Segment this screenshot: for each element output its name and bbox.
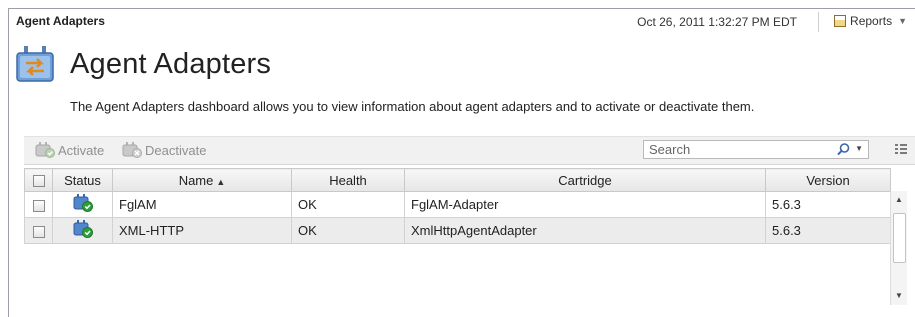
deactivate-button[interactable]: Deactivate — [122, 142, 206, 158]
page-title: Agent Adapters — [70, 47, 272, 80]
select-all-checkbox[interactable] — [32, 175, 45, 188]
row-checkbox[interactable] — [32, 225, 45, 238]
separator — [818, 12, 819, 32]
deactivate-icon — [122, 142, 142, 158]
search-box[interactable]: ▼ — [643, 140, 869, 159]
reports-icon — [834, 15, 847, 27]
status-cell — [52, 217, 113, 244]
cartridge-cell: FglAM-Adapter — [404, 191, 766, 218]
column-header-cartridge[interactable]: Cartridge — [404, 168, 766, 192]
table-row[interactable]: FglAM OK FglAM-Adapter 5.6.3 — [24, 191, 891, 218]
column-options-icon[interactable] — [895, 144, 907, 154]
grid-toolbar: Activate Deactivate ▼ — [24, 136, 915, 165]
timestamp: Oct 26, 2011 1:32:27 PM EDT — [637, 15, 797, 29]
deactivate-label: Deactivate — [145, 142, 207, 158]
sort-ascending-icon: ▲ — [216, 176, 226, 187]
status-cell — [52, 191, 113, 218]
reports-label: Reports — [850, 14, 893, 28]
health-cell: OK — [291, 191, 405, 218]
select-all-header[interactable] — [24, 168, 53, 192]
adapters-table: Status Name ▲ Health Cartridge Version Fg… — [24, 168, 891, 244]
version-cell: 5.6.3 — [765, 191, 891, 218]
search-icon[interactable] — [837, 143, 850, 156]
column-header-health[interactable]: Health — [291, 168, 405, 192]
breadcrumb[interactable]: Agent Adapters — [16, 14, 105, 28]
version-cell: 5.6.3 — [765, 217, 891, 244]
reports-menu-button[interactable]: Reports ▼ — [834, 14, 907, 28]
column-header-status[interactable]: Status — [52, 168, 113, 192]
scroll-up-icon[interactable]: ▲ — [891, 193, 907, 207]
activate-button[interactable]: Activate — [35, 142, 104, 158]
table-vertical-scrollbar[interactable]: ▲ ▼ — [890, 191, 907, 305]
chevron-down-icon: ▼ — [898, 16, 907, 26]
active-adapter-icon — [73, 220, 93, 238]
row-checkbox[interactable] — [32, 199, 45, 212]
row-select-cell[interactable] — [24, 191, 53, 218]
chevron-down-icon[interactable]: ▼ — [855, 144, 863, 153]
name-cell[interactable]: FglAM — [112, 191, 292, 218]
health-cell: OK — [291, 217, 405, 244]
column-header-version[interactable]: Version — [765, 168, 891, 192]
table-header-row: Status Name ▲ Health Cartridge Version — [24, 168, 891, 192]
title-row: Agent Adapters — [16, 46, 271, 82]
row-select-cell[interactable] — [24, 217, 53, 244]
name-cell[interactable]: XML-HTTP — [112, 217, 292, 244]
column-header-name[interactable]: Name ▲ — [112, 168, 292, 192]
cartridge-cell: XmlHttpAgentAdapter — [404, 217, 766, 244]
search-input[interactable] — [644, 141, 829, 158]
scroll-down-icon[interactable]: ▼ — [891, 289, 907, 303]
active-adapter-icon — [73, 194, 93, 212]
top-bar: Agent Adapters Oct 26, 2011 1:32:27 PM E… — [16, 12, 915, 34]
activate-icon — [35, 142, 55, 158]
table-row[interactable]: XML-HTTP OK XmlHttpAgentAdapter 5.6.3 — [24, 217, 891, 244]
scroll-thumb[interactable] — [893, 213, 906, 263]
page-description: The Agent Adapters dashboard allows you … — [70, 99, 755, 114]
activate-label: Activate — [58, 142, 105, 158]
agent-adapter-icon — [16, 46, 54, 82]
